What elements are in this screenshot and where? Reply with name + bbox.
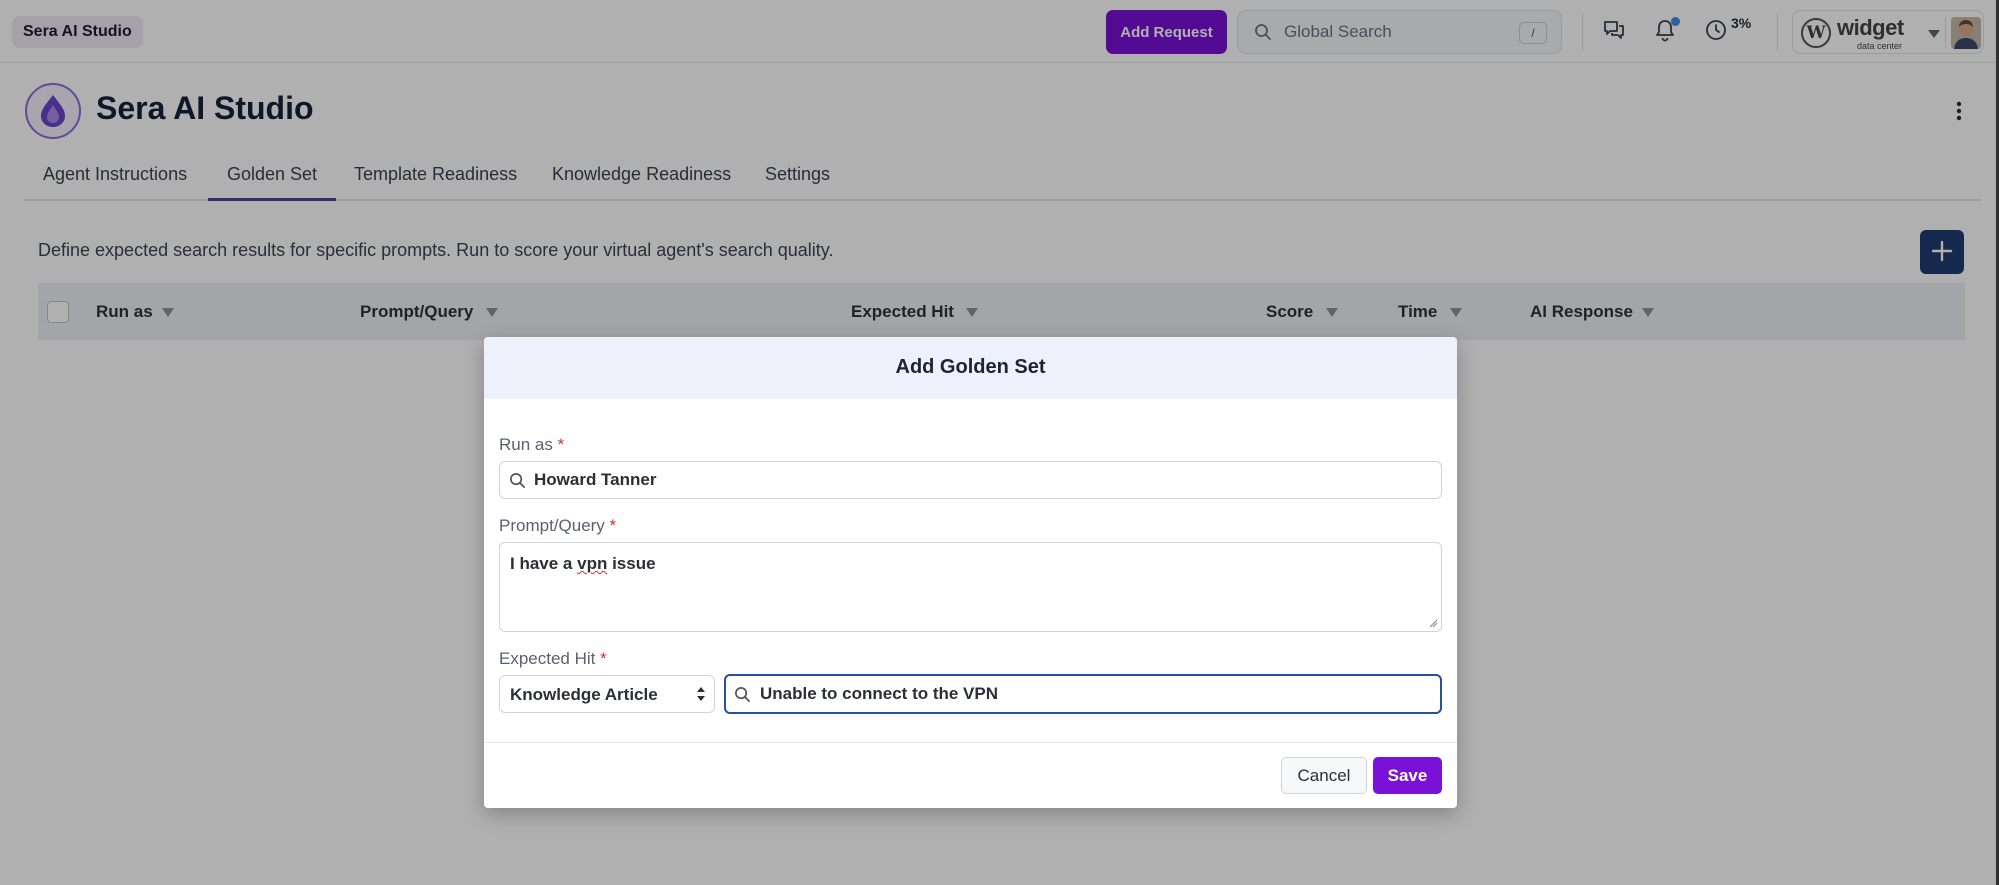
save-button[interactable]: Save bbox=[1373, 757, 1442, 794]
prompt-query-textarea[interactable]: I have a vpn issue bbox=[499, 542, 1442, 632]
prompt-query-label-text: Prompt/Query bbox=[499, 516, 605, 535]
footer-divider bbox=[484, 742, 1457, 743]
expected-hit-input[interactable] bbox=[758, 676, 1418, 712]
prompt-text-start: I have a bbox=[510, 554, 578, 573]
dialog-header: Add Golden Set bbox=[484, 337, 1457, 399]
misspelled-word: vpn bbox=[577, 554, 608, 573]
prompt-text-end: issue bbox=[607, 554, 656, 573]
search-icon bbox=[510, 473, 525, 488]
run-as-field[interactable] bbox=[499, 461, 1442, 499]
expected-hit-type-select[interactable]: Knowledge Article bbox=[499, 675, 715, 713]
add-golden-set-dialog: Add Golden Set Run as * Prompt/Query * I… bbox=[484, 337, 1457, 808]
required-marker: * bbox=[609, 516, 617, 535]
resize-handle-icon[interactable] bbox=[1428, 618, 1438, 628]
expected-hit-label: Expected Hit * bbox=[499, 649, 607, 669]
expected-hit-search-field[interactable] bbox=[724, 674, 1442, 714]
run-as-label: Run as * bbox=[499, 435, 564, 455]
run-as-label-text: Run as bbox=[499, 435, 553, 454]
dialog-title: Add Golden Set bbox=[895, 356, 1046, 378]
selected-type-value: Knowledge Article bbox=[510, 685, 658, 704]
sort-arrows-icon bbox=[697, 687, 705, 701]
cancel-button[interactable]: Cancel bbox=[1281, 757, 1367, 794]
required-marker: * bbox=[600, 649, 607, 668]
prompt-query-label: Prompt/Query * bbox=[499, 516, 616, 536]
search-icon bbox=[735, 687, 750, 702]
run-as-input[interactable] bbox=[532, 462, 1412, 498]
expected-hit-label-text: Expected Hit bbox=[499, 649, 596, 668]
required-marker: * bbox=[557, 435, 565, 454]
